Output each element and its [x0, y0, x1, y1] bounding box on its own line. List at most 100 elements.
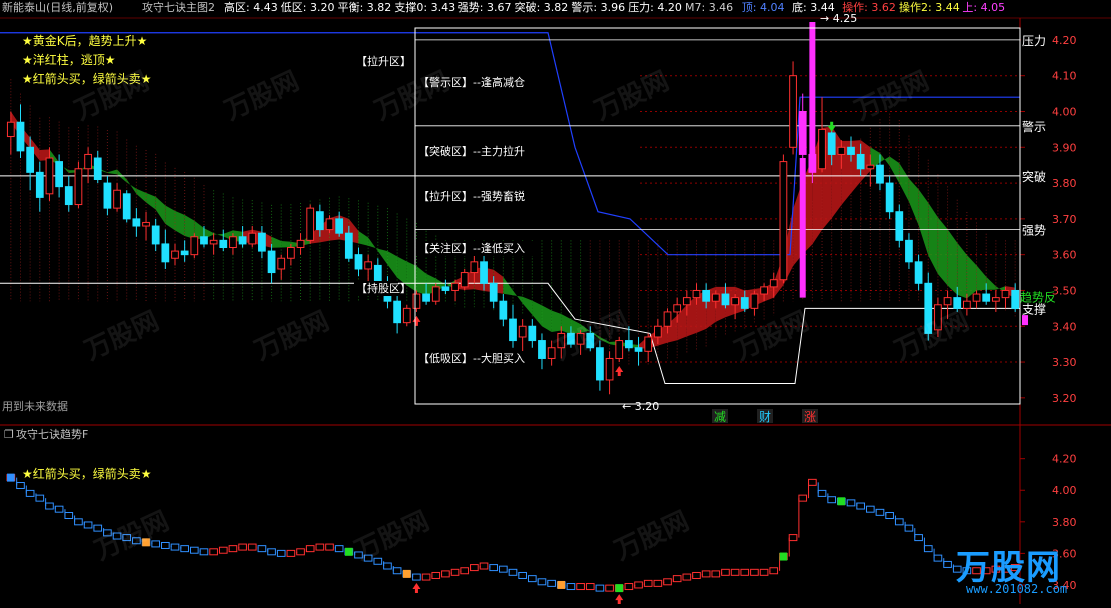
- trend-ribbon: [513, 290, 523, 304]
- step-cell: [296, 548, 305, 556]
- header-field: 突破: 3.82: [515, 0, 569, 14]
- trend-ribbon: [966, 254, 977, 299]
- step-cell: [257, 545, 267, 553]
- candle-body: [16, 121, 25, 152]
- candle-body: [518, 325, 527, 338]
- candle-body: [750, 293, 759, 309]
- trend-ribbon: [986, 276, 996, 290]
- level-label-强势: 强势: [1022, 224, 1046, 238]
- trend-ribbon: [541, 305, 552, 332]
- candle-body: [789, 75, 797, 148]
- brand-logo: 万股网 www.201082.com: [948, 536, 1108, 602]
- candle-body: [837, 146, 846, 155]
- trend-ribbon: [184, 214, 195, 239]
- candle-body: [267, 250, 276, 274]
- candle-body: [779, 161, 788, 281]
- trend-ribbon: [155, 196, 166, 224]
- sub-y-label: 3.80: [1052, 516, 1077, 529]
- trend-ribbon: [551, 310, 562, 332]
- zone-row-label: 【关注区】--逢低买入: [418, 241, 525, 255]
- step-cell: [759, 568, 769, 576]
- step-cell: [547, 579, 556, 587]
- candle-body: [412, 293, 421, 309]
- y-tick-label: 4.10: [1052, 70, 1077, 83]
- trend-ribbon: [918, 189, 929, 256]
- y-tick-label: 3.20: [1052, 392, 1077, 405]
- candle-body: [798, 110, 807, 155]
- candle-body: [943, 297, 952, 306]
- step-cell: [827, 496, 837, 504]
- candle-body: [615, 340, 624, 359]
- step-cell: [479, 562, 489, 570]
- trend-ribbon: [908, 178, 919, 226]
- header-field: 平衡: 3.82: [338, 1, 392, 14]
- candle-body: [84, 153, 92, 170]
- candle-body: [682, 297, 691, 306]
- trend-ribbon: [957, 242, 967, 299]
- candle-body: [634, 347, 643, 352]
- candle-body: [528, 325, 537, 342]
- candle-body: [895, 211, 904, 241]
- candle-body: [190, 236, 199, 256]
- signal-block: [402, 569, 411, 578]
- y-tick-label: 3.70: [1052, 213, 1077, 226]
- trend-ribbon: [937, 217, 948, 286]
- candle-body: [364, 261, 373, 270]
- y-tick-label: 3.40: [1052, 320, 1077, 333]
- zone-box-title: 【拉升区】: [356, 54, 411, 68]
- trend-ribbon: [889, 156, 900, 184]
- brand-url: www.201082.com: [966, 582, 1068, 596]
- step-cell: [315, 543, 325, 551]
- candle-body: [769, 279, 778, 288]
- step-cell: [421, 573, 431, 581]
- step-cell: [894, 518, 904, 526]
- candle-body: [644, 336, 653, 352]
- candle-body: [818, 128, 826, 170]
- candle-body: [431, 286, 440, 302]
- step-cell: [566, 583, 576, 591]
- future-data-warning: 用到未来数据: [2, 399, 68, 413]
- candle-body: [315, 211, 324, 231]
- candle-body: [55, 161, 63, 188]
- step-cell: [701, 570, 711, 578]
- level-label-警示: 警示: [1022, 119, 1046, 134]
- step-cell: [189, 546, 199, 554]
- candle-body: [982, 293, 991, 302]
- candle-body: [972, 293, 981, 302]
- header-field: 压力: 4.20: [628, 1, 682, 14]
- candle-body: [480, 261, 488, 284]
- step-cell: [682, 573, 692, 581]
- candle-body: [238, 236, 247, 245]
- trend-ribbon: [126, 179, 137, 194]
- step-cell: [875, 508, 885, 516]
- watermark-text: 万股网: [590, 66, 673, 126]
- y-tick-label: 3.90: [1052, 141, 1077, 154]
- candle-body: [702, 289, 711, 302]
- candle-body: [45, 157, 54, 195]
- step-cell: [499, 565, 508, 573]
- step-cell: [624, 583, 634, 591]
- candle-body: [876, 164, 884, 184]
- watermark-text: 万股网: [370, 66, 453, 126]
- y-tick-label: 3.60: [1052, 249, 1077, 262]
- candle-body: [26, 146, 35, 173]
- candle-body: [113, 189, 121, 209]
- candle-body: [692, 289, 701, 299]
- low-mark: ← 3.20: [622, 400, 659, 413]
- step-cell: [605, 584, 614, 592]
- trend-ribbon: [503, 276, 513, 296]
- candle-body: [653, 325, 662, 338]
- candle-body: [441, 286, 450, 291]
- trend-ribbon: [522, 296, 533, 315]
- trend-ribbon: [136, 188, 147, 203]
- candle-body: [499, 300, 508, 320]
- bottom-tag: 财: [759, 410, 771, 424]
- step-cell: [460, 567, 470, 575]
- high-mark: → 4.25: [820, 12, 857, 25]
- step-cell: [808, 478, 817, 486]
- candle-body: [847, 146, 855, 155]
- candle-body: [740, 297, 749, 309]
- signal-block: [345, 547, 353, 556]
- signal-block: [557, 580, 566, 589]
- step-cell: [16, 482, 25, 490]
